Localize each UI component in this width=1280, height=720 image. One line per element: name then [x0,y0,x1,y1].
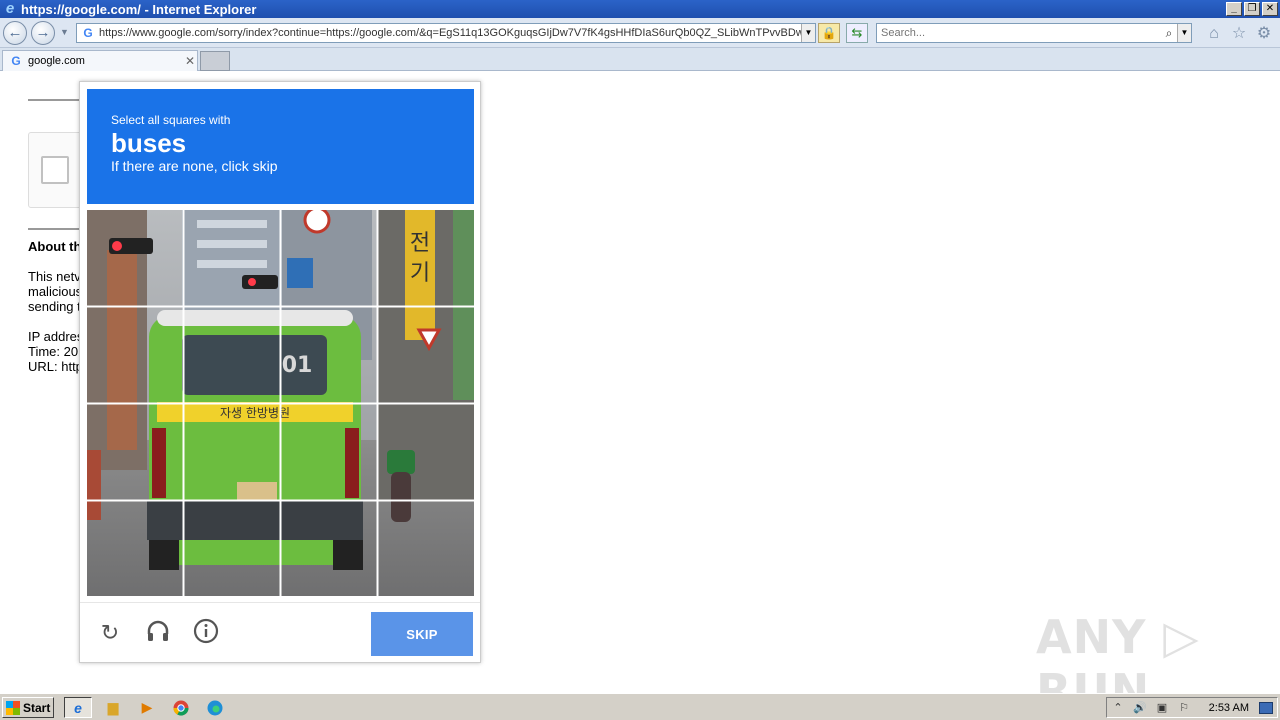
close-window-button[interactable]: ✕ [1262,2,1278,16]
windows-logo-icon [6,700,20,715]
headphones-icon-svg [147,620,169,641]
target-object: buses [111,128,187,158]
address-bar[interactable]: G https://www.google.com/sorry/index?con… [76,23,816,43]
captcha-tile-6[interactable] [184,307,280,403]
network-icon[interactable]: ▣ [1151,701,1173,714]
taskbar-edge[interactable] [201,697,229,718]
back-arrow-icon: ← [7,24,23,41]
volume-icon[interactable]: 🔊 [1129,701,1151,714]
info-icon-svg [193,618,219,644]
about-paragraph: This netv malicious sending t [28,269,82,314]
show-desktop-icon[interactable] [1259,702,1273,714]
captcha-challenge: Select all squares with buses If there a… [79,81,481,663]
show-hidden-icons-icon[interactable]: ⌃ [1107,701,1129,714]
captcha-tile-8[interactable] [378,307,474,403]
captcha-tile-2[interactable] [184,210,280,306]
google-favicon-icon: G [11,54,21,68]
request-details: IP addres Time: 20 URL: http [28,329,83,374]
tab-google[interactable]: G google.com ✕ [2,50,198,71]
search-dropdown-icon[interactable]: ▼ [1177,24,1191,42]
address-url[interactable]: https://www.google.com/sorry/index?conti… [99,27,801,39]
internet-explorer-icon: e [74,699,82,716]
window-controls: _ ❐ ✕ [1226,2,1278,16]
paragraph-line: This netv [28,269,81,284]
captcha-tile-3[interactable] [281,210,377,306]
clock[interactable]: 2:53 AM [1209,702,1249,714]
paragraph-line: sending t [28,299,81,314]
captcha-footer: ↻ SKIP [80,602,480,663]
start-button[interactable]: Start [2,697,54,718]
captcha-tile-10[interactable] [184,404,280,500]
instruction-text: Select all squares with [111,113,231,127]
captcha-instructions: Select all squares with buses If there a… [87,89,474,204]
taskbar-chrome[interactable] [167,697,195,718]
skip-button[interactable]: SKIP [371,612,473,656]
captcha-tile-11[interactable] [281,404,377,500]
lock-icon[interactable]: 🔒 [818,23,840,43]
taskbar: Start e ▆ ▶ ⌃ 🔊 ▣ ⚐ 2:53 AM [0,693,1280,720]
paragraph-line: malicious [28,284,83,299]
start-label: Start [23,700,51,715]
restore-button[interactable]: ❐ [1244,2,1260,16]
address-dropdown-icon[interactable]: ▼ [801,24,815,42]
chrome-icon [173,700,189,716]
captcha-tile-13[interactable] [87,501,183,596]
captcha-tile-15[interactable] [281,501,377,596]
time-line: Time: 20 [28,344,79,359]
captcha-image-grid: 전 기 01 자생 한방병원 [87,210,474,596]
about-heading: About th [28,239,82,254]
favorites-star-icon[interactable]: ☆ [1229,24,1249,44]
taskbar-internet-explorer[interactable]: e [64,697,92,718]
url-line: URL: http [28,359,83,374]
captcha-tile-12[interactable] [378,404,474,500]
history-dropdown-icon[interactable]: ▼ [60,27,69,37]
captcha-tile-14[interactable] [184,501,280,596]
minimize-button[interactable]: _ [1226,2,1242,16]
search-box[interactable]: ⌕ ▼ [876,23,1192,43]
forward-arrow-icon: → [35,24,51,41]
system-tray: ⌃ 🔊 ▣ ⚐ 2:53 AM [1106,697,1278,718]
captcha-tile-7[interactable] [281,307,377,403]
reload-icon[interactable]: ↻ [95,618,125,648]
search-icon[interactable]: ⌕ [1161,26,1177,41]
action-center-flag-icon[interactable]: ⚐ [1173,701,1195,714]
captcha-tile-4[interactable] [378,210,474,306]
search-input[interactable] [877,27,1161,39]
captcha-tile-16[interactable] [378,501,474,596]
ip-address-line: IP addres [28,329,84,344]
back-button[interactable]: ← [3,21,27,45]
forward-button[interactable]: → [31,21,55,45]
captcha-tile-1[interactable] [87,210,183,306]
captcha-tile-5[interactable] [87,307,183,403]
recaptcha-checkbox[interactable] [41,156,69,184]
tab-label: google.com [28,55,85,67]
gear-icon[interactable]: ⚙ [1254,24,1274,44]
taskbar-media-player[interactable]: ▶ [133,697,161,718]
info-icon[interactable] [191,618,221,648]
media-player-icon: ▶ [141,699,153,715]
taskbar-file-explorer[interactable]: ▆ [99,697,127,718]
tab-bar: G google.com ✕ [0,48,1280,71]
home-icon[interactable]: ⌂ [1204,24,1224,44]
window-title: https://google.com/ - Internet Explorer [21,1,257,17]
new-tab-button[interactable] [200,51,230,71]
title-bar: e https://google.com/ - Internet Explore… [0,0,1280,18]
refresh-icon[interactable]: ⇆ [846,23,868,43]
edge-icon [207,700,223,715]
internet-explorer-icon: e [5,0,15,17]
hint-text: If there are none, click skip [111,158,278,174]
close-tab-icon[interactable]: ✕ [183,54,197,68]
navigation-bar: ← → ▼ G https://www.google.com/sorry/ind… [0,18,1280,48]
captcha-tile-9[interactable] [87,404,183,500]
folder-icon: ▆ [107,699,119,715]
google-favicon-icon: G [83,26,93,40]
headphones-icon[interactable] [143,618,173,648]
